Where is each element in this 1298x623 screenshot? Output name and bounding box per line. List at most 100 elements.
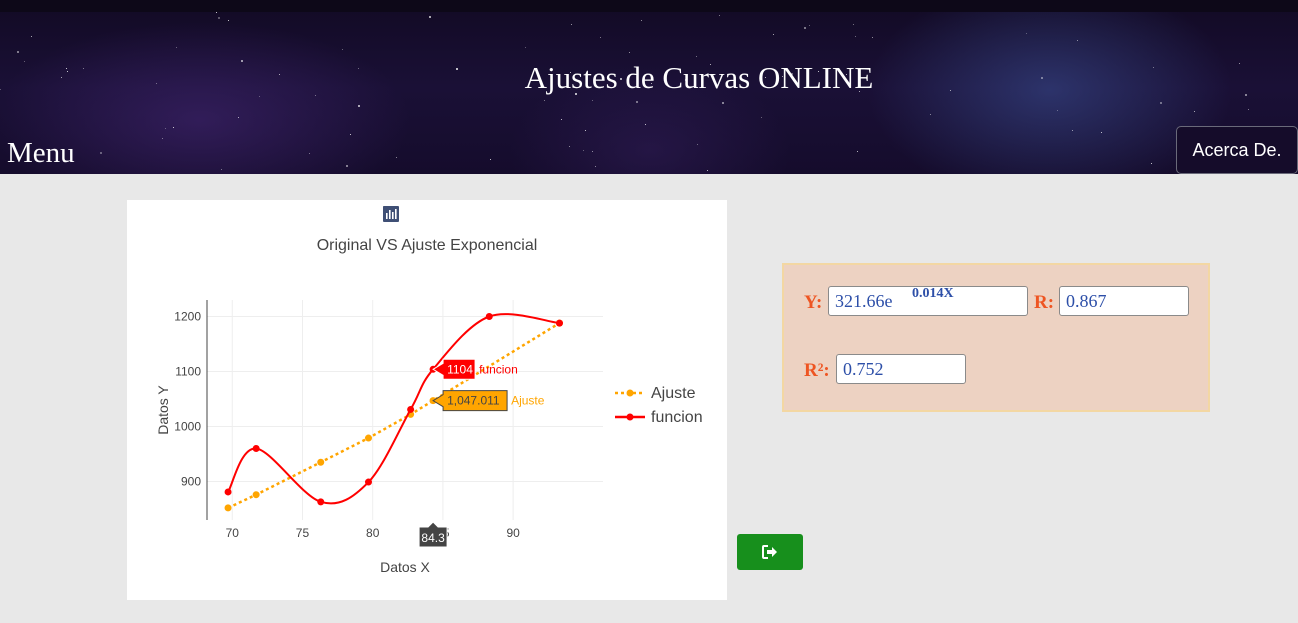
star-decoration (1151, 163, 1152, 164)
r2-field[interactable] (836, 354, 966, 384)
star-decoration (490, 159, 491, 160)
star-decoration (165, 128, 166, 129)
star-decoration (1248, 109, 1249, 110)
chart-card: 7075808590900100011001200Original VS Aju… (127, 200, 727, 600)
r-field[interactable] (1059, 286, 1189, 316)
pan-icon[interactable] (383, 206, 447, 222)
star-decoration (216, 12, 217, 13)
star-decoration (804, 27, 806, 29)
data-point-funcion[interactable] (224, 488, 232, 496)
star-decoration (309, 153, 310, 154)
star-decoration (761, 117, 762, 118)
star-decoration (31, 36, 32, 37)
star-decoration (930, 114, 931, 115)
star-decoration (396, 157, 397, 158)
star-decoration (1101, 132, 1102, 133)
star-decoration (162, 138, 163, 139)
x-tick-label: 80 (366, 526, 380, 540)
star-decoration (350, 134, 351, 135)
data-point-funcion[interactable] (364, 478, 372, 486)
r2-label: R²: (804, 360, 830, 381)
y-tick-label: 1100 (175, 365, 201, 379)
star-decoration (583, 150, 584, 151)
zoom-in-icon[interactable] (383, 206, 529, 222)
hover-closest-icon[interactable] (383, 206, 659, 222)
star-decoration (1072, 130, 1073, 131)
series-line-funcion (227, 313, 560, 505)
site-header: Ajustes de Curvas ONLINE Menu Acerca De. (0, 0, 1298, 174)
reset-axes-icon[interactable] (384, 206, 601, 222)
y-label: Y: (804, 292, 823, 313)
spike-lines-icon[interactable] (384, 206, 635, 222)
star-decoration (342, 49, 343, 50)
hover-compare-icon[interactable] (383, 206, 683, 222)
chart-title: Original VS Ajuste Exponencial (317, 237, 538, 254)
star-decoration (855, 36, 856, 37)
data-point-funcion[interactable] (555, 319, 563, 327)
hover-value-funcion: 1104 (447, 362, 473, 376)
star-decoration (636, 101, 638, 103)
data-point-funcion[interactable] (485, 313, 493, 320)
star-decoration (525, 47, 526, 48)
star-decoration (358, 105, 360, 107)
data-point-funcion[interactable] (407, 405, 415, 413)
star-decoration (173, 127, 174, 128)
star-decoration (600, 37, 601, 38)
star-decoration (544, 100, 545, 101)
x-axis-title: Datos X (380, 559, 430, 575)
star-decoration (592, 100, 593, 101)
menu-button[interactable]: Menu (7, 137, 75, 170)
legend-marker-ajuste (626, 389, 634, 397)
data-point-funcion[interactable] (317, 498, 325, 506)
site-title: Ajustes de Curvas ONLINE (524, 60, 874, 95)
go-button[interactable] (737, 534, 803, 570)
star-decoration (238, 117, 239, 118)
zoom-icon[interactable] (383, 206, 423, 222)
plotly-logo-icon[interactable] (383, 206, 717, 222)
y-tick-label: 1000 (174, 420, 201, 434)
data-point-ajuste[interactable] (224, 504, 232, 512)
legend-label-funcion: funcion (651, 409, 703, 426)
star-decoration (100, 152, 102, 154)
sign-out-icon (762, 545, 777, 559)
legend-label-ajuste: Ajuste (651, 385, 696, 402)
star-decoration (629, 52, 630, 53)
star-decoration (218, 17, 220, 19)
star-decoration (1026, 33, 1027, 34)
star-decoration (1057, 110, 1058, 111)
data-point-ajuste[interactable] (252, 491, 260, 499)
x-tick-label: 70 (226, 526, 240, 540)
data-point-ajuste[interactable] (364, 434, 372, 442)
star-decoration (641, 20, 642, 21)
chart-svg: 7075808590900100011001200Original VS Aju… (155, 237, 703, 575)
data-point-funcion[interactable] (252, 445, 260, 452)
star-decoration (595, 166, 596, 167)
star-decoration (722, 102, 724, 104)
data-point-ajuste[interactable] (317, 458, 325, 466)
star-decoration (569, 146, 570, 147)
x-tick-label: 90 (506, 526, 520, 540)
star-decoration (221, 169, 222, 170)
star-decoration (592, 151, 593, 152)
about-button[interactable]: Acerca De. (1176, 126, 1298, 174)
star-decoration (645, 124, 646, 125)
r-label: R: (1034, 292, 1055, 313)
star-decoration (853, 24, 854, 25)
star-decoration (696, 56, 697, 57)
autoscale-icon[interactable] (383, 206, 577, 222)
legend-marker-funcion (626, 413, 634, 421)
star-decoration (176, 47, 177, 48)
box-select-icon[interactable] (383, 206, 471, 222)
y-tick-label: 1200 (174, 310, 201, 324)
star-decoration (707, 170, 708, 171)
y-exponent: 0.014X (912, 286, 954, 301)
hover-name-funcion: funcion (479, 362, 518, 376)
hover-x-label: 84.3 (421, 531, 445, 545)
star-decoration (228, 20, 229, 21)
series-line-ajuste (227, 322, 561, 510)
star-decoration (719, 15, 720, 16)
star-decoration (1160, 102, 1162, 104)
lasso-icon[interactable] (384, 206, 495, 222)
zoom-out-icon[interactable] (383, 206, 553, 222)
star-decoration (697, 144, 698, 145)
